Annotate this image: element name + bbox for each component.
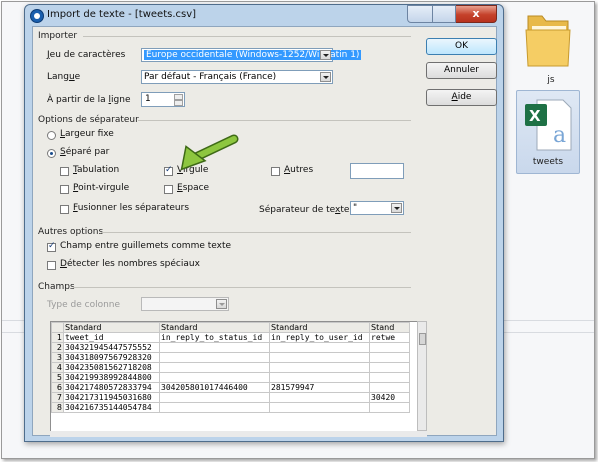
screenshot-frame: js a X tweets Import de texte - [tweets.…: [1, 1, 595, 459]
pointer-arrow-icon: [180, 134, 239, 171]
